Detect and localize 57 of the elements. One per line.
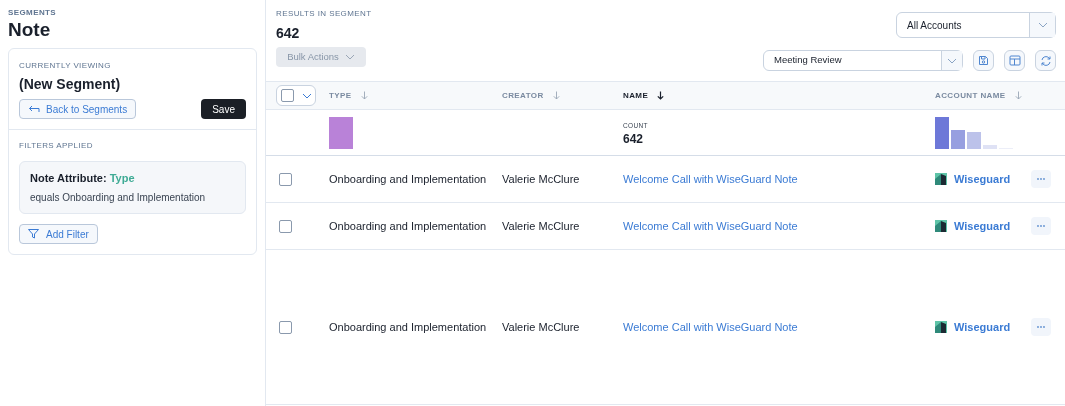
segment-name: (New Segment)	[19, 75, 122, 93]
bulk-actions-button[interactable]: Bulk Actions	[276, 47, 366, 67]
chevron-down-icon	[344, 54, 355, 60]
refresh-icon	[1039, 54, 1052, 67]
view-select[interactable]: Meeting Review	[763, 50, 963, 71]
chevron-down-icon	[1037, 22, 1048, 28]
save-view-button[interactable]	[973, 50, 994, 71]
note-link[interactable]: Welcome Call with WiseGuard Note	[623, 219, 798, 232]
section-label: RESULTS IN SEGMENT	[276, 9, 372, 19]
save-button[interactable]: Save	[201, 99, 246, 119]
table-cell: Onboarding and Implementation	[329, 320, 487, 333]
chevron-down-icon	[302, 92, 312, 99]
building-logo-icon	[935, 173, 947, 185]
column-header[interactable]: NAME	[623, 89, 649, 102]
building-logo-icon	[935, 321, 947, 333]
account-select[interactable]: All Accounts	[896, 12, 1056, 38]
section-label: FILTERS APPLIED	[19, 141, 94, 151]
account-link[interactable]: Wiseguard	[954, 170, 1011, 188]
more-options-button[interactable]	[1031, 170, 1051, 188]
table-cell: Valerie McClure	[502, 320, 580, 333]
checkbox[interactable]	[279, 172, 292, 186]
layout-icon	[1008, 55, 1021, 66]
select-all-control[interactable]	[276, 85, 316, 106]
section-label: SEGMENTS	[8, 8, 58, 18]
checkbox[interactable]	[279, 320, 292, 334]
return-arrow-icon	[28, 105, 40, 113]
refresh-button[interactable]	[1035, 50, 1056, 71]
checkbox[interactable]	[281, 89, 294, 102]
note-link[interactable]: Welcome Call with WiseGuard Note	[623, 172, 798, 185]
filter-title: Note Attribute: Type	[30, 171, 136, 186]
back-to-segments-button[interactable]: Back to Segments	[19, 99, 137, 119]
type-distribution-sparkbar	[329, 117, 353, 149]
summary-value: 642	[623, 132, 645, 146]
layout-button[interactable]	[1004, 50, 1025, 71]
table-cell: Onboarding and Implementation	[329, 172, 487, 185]
checkbox[interactable]	[279, 219, 292, 233]
account-link[interactable]: Wiseguard	[954, 318, 1011, 336]
result-count: 642	[276, 24, 301, 42]
filter-condition: equals Onboarding and Implementation	[30, 191, 207, 204]
table-cell: Valerie McClure	[502, 172, 580, 185]
column-header[interactable]: ACCOUNT NAME	[935, 89, 1006, 102]
column-header[interactable]: CREATOR	[502, 89, 544, 102]
page-title: Note	[8, 18, 52, 42]
more-options-button[interactable]	[1031, 318, 1051, 336]
filter-icon	[28, 229, 39, 239]
table-cell: Onboarding and Implementation	[329, 219, 487, 232]
chevron-down-icon	[947, 57, 957, 64]
sort-arrow-icon[interactable]	[657, 91, 665, 100]
floppy-disk-icon	[978, 55, 989, 66]
section-label: CURRENTLY VIEWING	[19, 61, 112, 71]
column-header[interactable]: TYPE	[329, 89, 352, 102]
table-cell: Valerie McClure	[502, 219, 580, 232]
building-logo-icon	[935, 220, 947, 232]
add-filter-button[interactable]: Add Filter	[19, 224, 98, 244]
account-link[interactable]: Wiseguard	[954, 217, 1011, 235]
note-link[interactable]: Welcome Call with WiseGuard Note	[623, 320, 798, 333]
more-options-button[interactable]	[1031, 217, 1051, 235]
